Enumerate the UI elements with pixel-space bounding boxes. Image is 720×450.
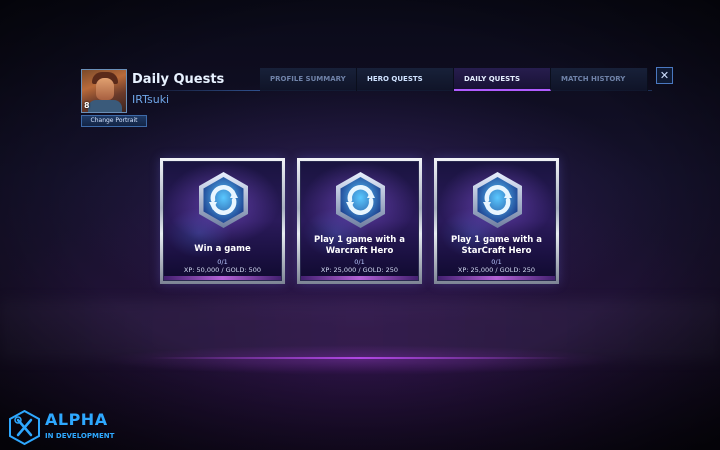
player-level: 8: [84, 101, 90, 110]
tab-daily-quests[interactable]: DAILY QUESTS: [454, 68, 551, 91]
portrait-body: [88, 100, 122, 112]
quest-title: Play 1 game with a StarCraft Hero: [451, 235, 542, 256]
portrait-face: [96, 78, 114, 100]
quest-reward: XP: 25,000 / GOLD: 250: [320, 266, 399, 274]
tab-hero-quests[interactable]: HERO QUESTS: [357, 68, 454, 91]
alpha-badge: ALPHA IN DEVELOPMENT: [8, 410, 128, 445]
tab-match-history[interactable]: MATCH HISTORY: [551, 68, 648, 91]
quest-reward: XP: 25,000 / GOLD: 250: [457, 266, 536, 274]
alpha-title: ALPHA: [45, 410, 108, 429]
wrench-screwdriver-icon: [9, 410, 40, 445]
nexus-emblem-icon: [199, 172, 248, 228]
nexus-emblem-icon: [473, 172, 522, 228]
quest-card-inner: Play 1 game with a StarCraft Hero 0/1 XP…: [437, 161, 556, 281]
nexus-emblem-icon: [336, 172, 385, 228]
floor-glow: [100, 345, 620, 375]
tab-profile-summary[interactable]: PROFILE SUMMARY: [260, 68, 357, 91]
quest-progress: 0/1: [491, 258, 502, 266]
page-title: Daily Quests: [132, 72, 225, 87]
quest-card-inner: Win a game 0/1 XP: 50,000 / GOLD: 500: [163, 161, 282, 281]
quest-progress: 0/1: [217, 258, 228, 266]
close-button[interactable]: ✕: [656, 67, 673, 84]
alpha-subtitle: IN DEVELOPMENT: [45, 432, 115, 440]
quest-title: Win a game: [194, 244, 251, 254]
player-name: IRTsuki: [132, 93, 170, 106]
quest-card[interactable]: Play 1 game with a StarCraft Hero 0/1 XP…: [434, 158, 559, 284]
quest-progress: 0/1: [354, 258, 365, 266]
floor-line: [150, 357, 570, 359]
profile-tabs: PROFILE SUMMARY HERO QUESTS DAILY QUESTS…: [260, 68, 648, 91]
quest-card[interactable]: Play 1 game with a Warcraft Hero 0/1 XP:…: [297, 158, 422, 284]
quest-card-inner: Play 1 game with a Warcraft Hero 0/1 XP:…: [300, 161, 419, 281]
change-portrait-button[interactable]: Change Portrait: [81, 115, 147, 127]
quest-reward: XP: 50,000 / GOLD: 500: [183, 266, 262, 274]
quest-card[interactable]: Win a game 0/1 XP: 50,000 / GOLD: 500: [160, 158, 285, 284]
player-portrait[interactable]: 8: [81, 69, 127, 113]
quest-title: Play 1 game with a Warcraft Hero: [314, 235, 405, 256]
